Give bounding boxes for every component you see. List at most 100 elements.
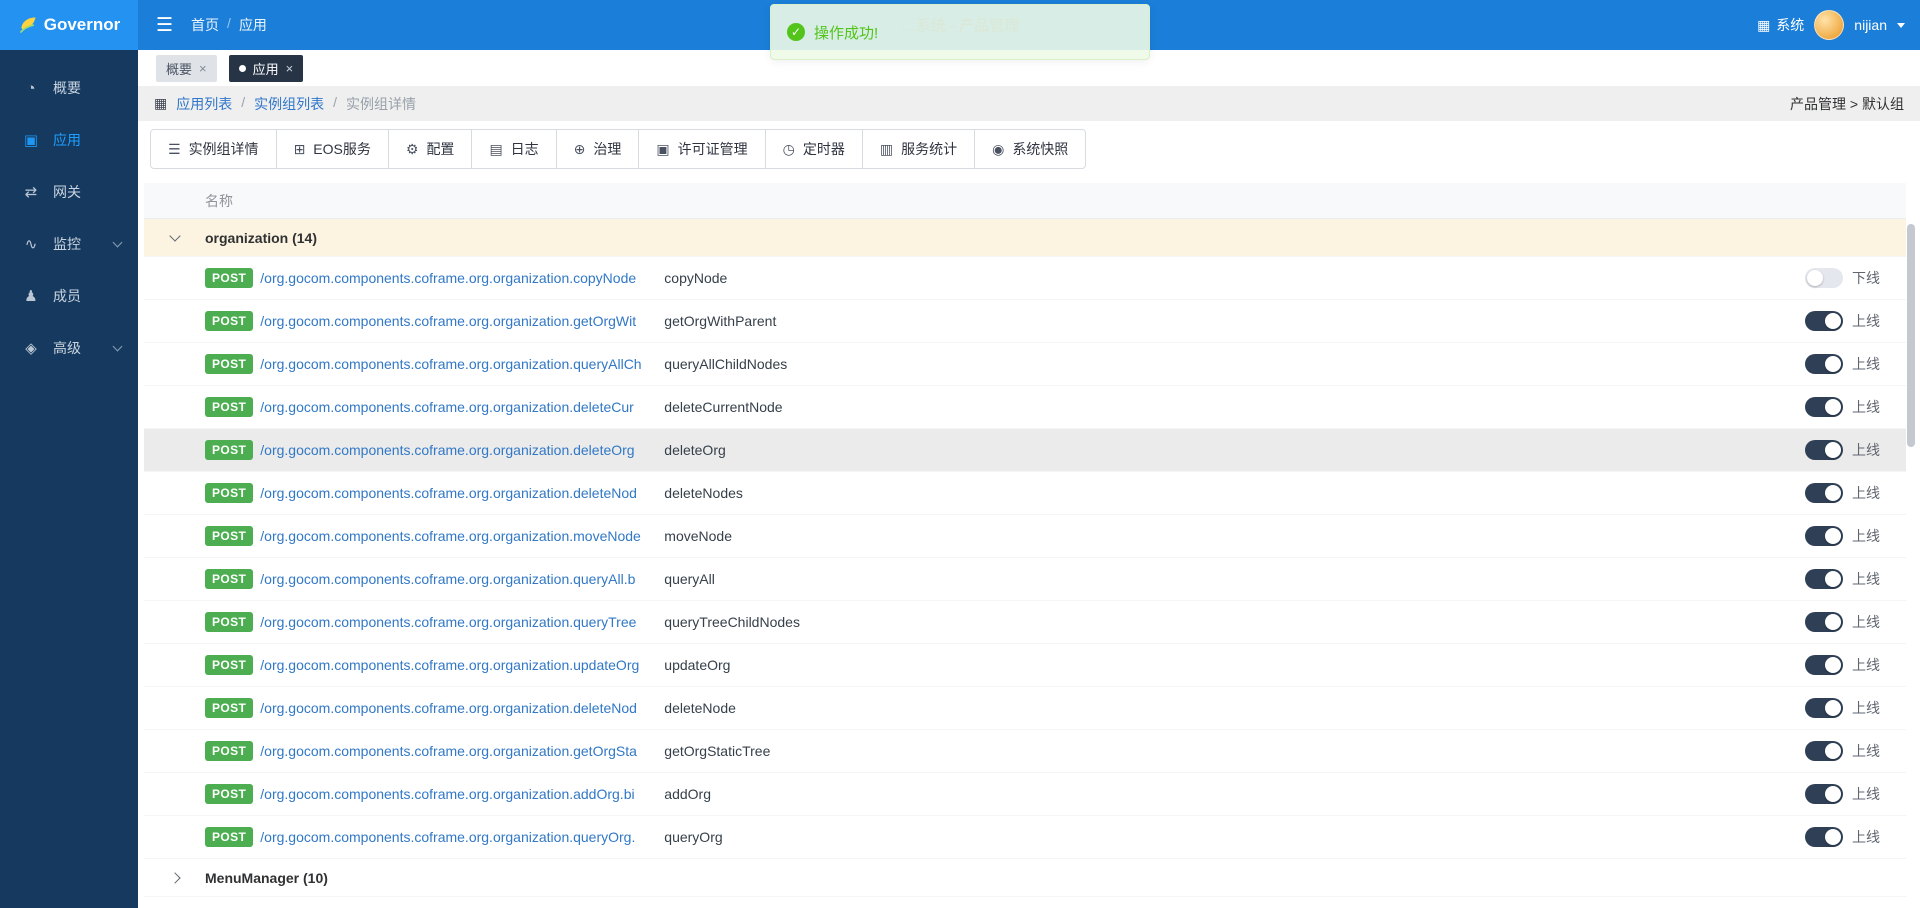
table-row[interactable]: POST/org.gocom.components.coframe.org.or… bbox=[144, 515, 1906, 558]
gateway-icon: ⇄ bbox=[22, 183, 40, 201]
scrollbar-thumb[interactable] bbox=[1907, 224, 1915, 447]
topbar-breadcrumb-item[interactable]: 应用 bbox=[239, 15, 267, 35]
status-toggle[interactable] bbox=[1805, 612, 1843, 632]
table-row[interactable]: POST/org.gocom.components.coframe.org.or… bbox=[144, 644, 1906, 687]
api-path[interactable]: /org.gocom.components.coframe.org.organi… bbox=[260, 485, 652, 501]
status-toggle[interactable] bbox=[1805, 741, 1843, 761]
tab-license[interactable]: ▣许可证管理 bbox=[638, 129, 765, 169]
table-row[interactable]: POST/org.gocom.components.coframe.org.or… bbox=[144, 472, 1906, 515]
api-path[interactable]: /org.gocom.components.coframe.org.organi… bbox=[260, 399, 652, 415]
toggle-knob bbox=[1825, 528, 1841, 544]
status-toggle[interactable] bbox=[1805, 526, 1843, 546]
status-toggle[interactable] bbox=[1805, 397, 1843, 417]
table-row[interactable]: POST/org.gocom.components.coframe.org.or… bbox=[144, 816, 1906, 859]
api-path[interactable]: /org.gocom.components.coframe.org.organi… bbox=[260, 442, 652, 458]
status-toggle[interactable] bbox=[1805, 698, 1843, 718]
status-toggle[interactable] bbox=[1805, 354, 1843, 374]
table-row[interactable]: POST/org.gocom.components.coframe.org.or… bbox=[144, 601, 1906, 644]
status-cell: 上线 bbox=[1805, 483, 1880, 503]
tab-snapshot[interactable]: ◉系统快照 bbox=[974, 129, 1086, 169]
status-toggle[interactable] bbox=[1805, 827, 1843, 847]
gear-icon: ⚙ bbox=[406, 141, 419, 158]
api-name: addOrg bbox=[664, 786, 1805, 802]
api-path[interactable]: /org.gocom.components.coframe.org.organi… bbox=[260, 786, 652, 802]
close-icon[interactable]: × bbox=[199, 61, 207, 76]
method-badge: POST bbox=[205, 784, 253, 804]
sidebar-item-overview[interactable]: ◔概要 bbox=[0, 62, 138, 114]
sidebar-item-monitoring[interactable]: ∿监控 bbox=[0, 218, 138, 270]
api-path[interactable]: /org.gocom.components.coframe.org.organi… bbox=[260, 743, 652, 759]
api-path[interactable]: /org.gocom.components.coframe.org.organi… bbox=[260, 829, 652, 845]
breadcrumb-link[interactable]: 实例组列表 bbox=[254, 94, 324, 114]
tab-label: 许可证管理 bbox=[678, 139, 748, 159]
status-toggle[interactable] bbox=[1805, 440, 1843, 460]
toggle-knob bbox=[1807, 270, 1823, 286]
apps-icon: ▣ bbox=[22, 131, 40, 149]
status-label: 上线 bbox=[1852, 440, 1880, 460]
stats-icon: ▥ bbox=[880, 141, 893, 158]
table-row[interactable]: POST/org.gocom.components.coframe.org.or… bbox=[144, 429, 1906, 472]
api-path[interactable]: /org.gocom.components.coframe.org.organi… bbox=[260, 270, 652, 286]
page-tab-overview[interactable]: 概要× bbox=[156, 55, 217, 82]
method-badge: POST bbox=[205, 827, 253, 847]
api-path[interactable]: /org.gocom.components.coframe.org.organi… bbox=[260, 571, 652, 587]
status-toggle[interactable] bbox=[1805, 655, 1843, 675]
table-row[interactable]: POST/org.gocom.components.coframe.org.or… bbox=[144, 773, 1906, 816]
toggle-knob bbox=[1825, 614, 1841, 630]
group-row-menumanager[interactable]: MenuManager (10) bbox=[144, 859, 1906, 897]
table-row[interactable]: POST/org.gocom.components.coframe.org.or… bbox=[144, 730, 1906, 773]
page-tab-apps[interactable]: 应用× bbox=[229, 55, 304, 82]
status-cell: 上线 bbox=[1805, 569, 1880, 589]
sidebar-item-members[interactable]: ♟成员 bbox=[0, 270, 138, 322]
chevron-box bbox=[144, 235, 205, 240]
table-row[interactable]: POST/org.gocom.components.coframe.org.or… bbox=[144, 386, 1906, 429]
status-toggle[interactable] bbox=[1805, 268, 1843, 288]
api-path[interactable]: /org.gocom.components.coframe.org.organi… bbox=[260, 614, 652, 630]
member-icon: ♟ bbox=[22, 287, 40, 305]
group-title: organization (14) bbox=[205, 230, 317, 246]
status-cell: 上线 bbox=[1805, 526, 1880, 546]
status-cell: 上线 bbox=[1805, 354, 1880, 374]
api-path[interactable]: /org.gocom.components.coframe.org.organi… bbox=[260, 700, 652, 716]
table-row[interactable]: POST/org.gocom.components.coframe.org.or… bbox=[144, 343, 1906, 386]
username[interactable]: nijian bbox=[1854, 17, 1887, 33]
tab-log[interactable]: ▤日志 bbox=[471, 129, 556, 169]
tab-label: EOS服务 bbox=[313, 139, 371, 159]
sidebar-item-label: 概要 bbox=[53, 78, 81, 98]
tab-eos-service[interactable]: ⊞ EOS服务 bbox=[276, 129, 389, 169]
table-row[interactable]: POST/org.gocom.components.coframe.org.or… bbox=[144, 300, 1906, 343]
topbar-breadcrumb-item[interactable]: 首页 bbox=[191, 15, 219, 35]
sidebar-item-gateway[interactable]: ⇄网关 bbox=[0, 166, 138, 218]
app-body: ◔概要▣应用⇄网关∿监控♟成员◈高级 概要×应用× ▦ 应用列表/实例组列表/实… bbox=[0, 50, 1920, 908]
tab-service-stats[interactable]: ▥服务统计 bbox=[862, 129, 975, 169]
table-row[interactable]: POST/org.gocom.components.coframe.org.or… bbox=[144, 257, 1906, 300]
sidebar-item-label: 应用 bbox=[53, 130, 81, 150]
api-path[interactable]: /org.gocom.components.coframe.org.organi… bbox=[260, 657, 652, 673]
status-toggle[interactable] bbox=[1805, 311, 1843, 331]
status-toggle[interactable] bbox=[1805, 784, 1843, 804]
tab-timer[interactable]: ◷定时器 bbox=[765, 129, 863, 169]
group-row-organization[interactable]: organization (14) bbox=[144, 219, 1906, 257]
system-menu[interactable]: ▦ 系统 bbox=[1757, 15, 1804, 35]
api-path[interactable]: /org.gocom.components.coframe.org.organi… bbox=[260, 528, 652, 544]
tab-config[interactable]: ⚙配置 bbox=[388, 129, 473, 169]
avatar[interactable] bbox=[1814, 10, 1844, 40]
grid-icon: ⊞ bbox=[294, 141, 306, 158]
table-row[interactable]: POST/org.gocom.components.coframe.org.or… bbox=[144, 558, 1906, 601]
snapshot-icon: ◉ bbox=[992, 141, 1004, 158]
close-icon[interactable]: × bbox=[286, 61, 294, 76]
api-path[interactable]: /org.gocom.components.coframe.org.organi… bbox=[260, 356, 652, 372]
status-toggle[interactable] bbox=[1805, 483, 1843, 503]
breadcrumb-link[interactable]: 应用列表 bbox=[176, 94, 232, 114]
method-badge: POST bbox=[205, 655, 253, 675]
api-path[interactable]: /org.gocom.components.coframe.org.organi… bbox=[260, 313, 652, 329]
tab-governance[interactable]: ⊕治理 bbox=[556, 129, 640, 169]
tab-instance-group-detail[interactable]: ☰实例组详情 bbox=[150, 129, 277, 169]
sidebar-item-apps[interactable]: ▣ 应用 bbox=[0, 114, 138, 166]
status-toggle[interactable] bbox=[1805, 569, 1843, 589]
table-row[interactable]: POST/org.gocom.components.coframe.org.or… bbox=[144, 687, 1906, 730]
chevron-down-icon[interactable] bbox=[1897, 23, 1905, 28]
menu-toggle-icon[interactable]: ☰ bbox=[156, 14, 173, 37]
sidebar-item-advanced[interactable]: ◈高级 bbox=[0, 322, 138, 374]
table-header: 名称 bbox=[144, 183, 1906, 219]
